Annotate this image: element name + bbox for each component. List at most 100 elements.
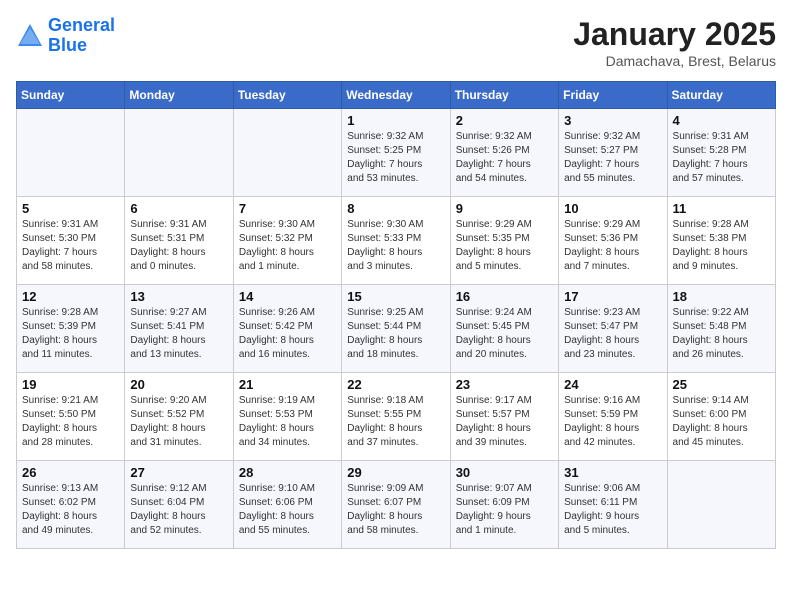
calendar-week-row: 1 Sunrise: 9:32 AM Sunset: 5:25 PM Daylig… bbox=[17, 109, 776, 197]
calendar-cell: 9 Sunrise: 9:29 AM Sunset: 5:35 PM Daylig… bbox=[450, 197, 558, 285]
day-info: Sunrise: 9:22 AM Sunset: 5:48 PM Dayligh… bbox=[673, 306, 770, 362]
calendar-week-row: 26 Sunrise: 9:13 AM Sunset: 6:02 PM Dayli… bbox=[17, 461, 776, 549]
day-info: Sunrise: 9:29 AM Sunset: 5:35 PM Dayligh… bbox=[456, 218, 553, 274]
calendar-cell: 28Sunrise: 9:10 AM Sunset: 6:06 PM Dayli… bbox=[233, 461, 341, 549]
day-number: 27 bbox=[130, 465, 227, 480]
calendar-cell: 18Sunrise: 9:22 AM Sunset: 5:48 PM Dayli… bbox=[667, 285, 775, 373]
day-info: Sunrise: 9:20 AM Sunset: 5:52 PM Dayligh… bbox=[130, 394, 227, 450]
day-info: Sunrise: 9:27 AM Sunset: 5:41 PM Dayligh… bbox=[130, 306, 227, 362]
day-number: 31 bbox=[564, 465, 661, 480]
day-info: Sunrise: 9:31 AM Sunset: 5:31 PM Dayligh… bbox=[130, 218, 227, 274]
calendar-cell: 11 Sunrise: 9:28 AM Sunset: 5:38 PM Dayli… bbox=[667, 197, 775, 285]
day-info: Sunrise: 9:30 AM Sunset: 5:33 PM Dayligh… bbox=[347, 218, 444, 274]
logo: General Blue bbox=[16, 16, 115, 56]
day-number: 25 bbox=[673, 377, 770, 392]
day-info: Sunrise: 9:31 AM Sunset: 5:28 PM Dayligh… bbox=[673, 130, 770, 186]
day-info: Sunrise: 9:17 AM Sunset: 5:57 PM Dayligh… bbox=[456, 394, 553, 450]
calendar-cell: 10Sunrise: 9:29 AM Sunset: 5:36 PM Dayli… bbox=[559, 197, 667, 285]
day-number: 11 bbox=[673, 201, 770, 216]
day-number: 12 bbox=[22, 289, 119, 304]
calendar-cell: 7 Sunrise: 9:30 AM Sunset: 5:32 PM Daylig… bbox=[233, 197, 341, 285]
day-number: 7 bbox=[239, 201, 336, 216]
day-number: 23 bbox=[456, 377, 553, 392]
day-number: 24 bbox=[564, 377, 661, 392]
calendar-cell: 20 Sunrise: 9:20 AM Sunset: 5:52 PM Dayli… bbox=[125, 373, 233, 461]
calendar-body: 1 Sunrise: 9:32 AM Sunset: 5:25 PM Daylig… bbox=[17, 109, 776, 549]
day-info: Sunrise: 9:25 AM Sunset: 5:44 PM Dayligh… bbox=[347, 306, 444, 362]
day-number: 20 bbox=[130, 377, 227, 392]
day-number: 22 bbox=[347, 377, 444, 392]
day-info: Sunrise: 9:30 AM Sunset: 5:32 PM Dayligh… bbox=[239, 218, 336, 274]
calendar-cell bbox=[667, 461, 775, 549]
day-info: Sunrise: 9:19 AM Sunset: 5:53 PM Dayligh… bbox=[239, 394, 336, 450]
day-info: Sunrise: 9:29 AM Sunset: 5:36 PM Dayligh… bbox=[564, 218, 661, 274]
logo-icon bbox=[16, 22, 44, 50]
calendar-cell: 4Sunrise: 9:31 AM Sunset: 5:28 PM Daylig… bbox=[667, 109, 775, 197]
calendar-cell: 2Sunrise: 9:32 AM Sunset: 5:26 PM Daylig… bbox=[450, 109, 558, 197]
calendar-cell: 22 Sunrise: 9:18 AM Sunset: 5:55 PM Dayli… bbox=[342, 373, 450, 461]
weekday-header: Tuesday bbox=[233, 82, 341, 109]
calendar-cell: 12Sunrise: 9:28 AM Sunset: 5:39 PM Dayli… bbox=[17, 285, 125, 373]
day-number: 13 bbox=[130, 289, 227, 304]
day-info: Sunrise: 9:18 AM Sunset: 5:55 PM Dayligh… bbox=[347, 394, 444, 450]
day-number: 19 bbox=[22, 377, 119, 392]
location-subtitle: Damachava, Brest, Belarus bbox=[573, 53, 776, 69]
day-info: Sunrise: 9:31 AM Sunset: 5:30 PM Dayligh… bbox=[22, 218, 119, 274]
calendar-table: SundayMondayTuesdayWednesdayThursdayFrid… bbox=[16, 81, 776, 549]
title-block: January 2025 Damachava, Brest, Belarus bbox=[573, 16, 776, 69]
calendar-cell: 24 Sunrise: 9:16 AM Sunset: 5:59 PM Dayli… bbox=[559, 373, 667, 461]
weekday-header: Saturday bbox=[667, 82, 775, 109]
day-info: Sunrise: 9:32 AM Sunset: 5:25 PM Dayligh… bbox=[347, 130, 444, 186]
calendar-cell: 5Sunrise: 9:31 AM Sunset: 5:30 PM Daylig… bbox=[17, 197, 125, 285]
day-number: 9 bbox=[456, 201, 553, 216]
weekday-header: Friday bbox=[559, 82, 667, 109]
page-header: General Blue January 2025 Damachava, Bre… bbox=[16, 16, 776, 69]
day-number: 21 bbox=[239, 377, 336, 392]
weekday-header: Monday bbox=[125, 82, 233, 109]
calendar-cell: 1 Sunrise: 9:32 AM Sunset: 5:25 PM Daylig… bbox=[342, 109, 450, 197]
day-number: 26 bbox=[22, 465, 119, 480]
month-title: January 2025 bbox=[573, 16, 776, 53]
calendar-week-row: 19 Sunrise: 9:21 AM Sunset: 5:50 PM Dayli… bbox=[17, 373, 776, 461]
calendar-cell bbox=[125, 109, 233, 197]
day-info: Sunrise: 9:13 AM Sunset: 6:02 PM Dayligh… bbox=[22, 482, 119, 538]
day-number: 2 bbox=[456, 113, 553, 128]
day-info: Sunrise: 9:10 AM Sunset: 6:06 PM Dayligh… bbox=[239, 482, 336, 538]
day-info: Sunrise: 9:21 AM Sunset: 5:50 PM Dayligh… bbox=[22, 394, 119, 450]
day-number: 17 bbox=[564, 289, 661, 304]
calendar-cell: 13 Sunrise: 9:27 AM Sunset: 5:41 PM Dayli… bbox=[125, 285, 233, 373]
day-info: Sunrise: 9:07 AM Sunset: 6:09 PM Dayligh… bbox=[456, 482, 553, 538]
day-info: Sunrise: 9:06 AM Sunset: 6:11 PM Dayligh… bbox=[564, 482, 661, 538]
calendar-cell: 21 Sunrise: 9:19 AM Sunset: 5:53 PM Dayli… bbox=[233, 373, 341, 461]
calendar-cell: 14 Sunrise: 9:26 AM Sunset: 5:42 PM Dayli… bbox=[233, 285, 341, 373]
day-number: 30 bbox=[456, 465, 553, 480]
calendar-header-row: SundayMondayTuesdayWednesdayThursdayFrid… bbox=[17, 82, 776, 109]
calendar-cell bbox=[233, 109, 341, 197]
weekday-header: Thursday bbox=[450, 82, 558, 109]
calendar-cell: 19 Sunrise: 9:21 AM Sunset: 5:50 PM Dayli… bbox=[17, 373, 125, 461]
day-number: 3 bbox=[564, 113, 661, 128]
weekday-header: Wednesday bbox=[342, 82, 450, 109]
day-info: Sunrise: 9:23 AM Sunset: 5:47 PM Dayligh… bbox=[564, 306, 661, 362]
day-info: Sunrise: 9:09 AM Sunset: 6:07 PM Dayligh… bbox=[347, 482, 444, 538]
calendar-week-row: 12Sunrise: 9:28 AM Sunset: 5:39 PM Dayli… bbox=[17, 285, 776, 373]
calendar-cell: 8Sunrise: 9:30 AM Sunset: 5:33 PM Daylig… bbox=[342, 197, 450, 285]
day-info: Sunrise: 9:28 AM Sunset: 5:38 PM Dayligh… bbox=[673, 218, 770, 274]
calendar-cell: 23 Sunrise: 9:17 AM Sunset: 5:57 PM Dayli… bbox=[450, 373, 558, 461]
day-info: Sunrise: 9:32 AM Sunset: 5:27 PM Dayligh… bbox=[564, 130, 661, 186]
calendar-cell: 15Sunrise: 9:25 AM Sunset: 5:44 PM Dayli… bbox=[342, 285, 450, 373]
day-number: 14 bbox=[239, 289, 336, 304]
calendar-cell: 30 Sunrise: 9:07 AM Sunset: 6:09 PM Dayli… bbox=[450, 461, 558, 549]
day-info: Sunrise: 9:24 AM Sunset: 5:45 PM Dayligh… bbox=[456, 306, 553, 362]
logo-text: General Blue bbox=[48, 16, 115, 56]
calendar-cell: 31 Sunrise: 9:06 AM Sunset: 6:11 PM Dayli… bbox=[559, 461, 667, 549]
day-number: 29 bbox=[347, 465, 444, 480]
calendar-cell: 29 Sunrise: 9:09 AM Sunset: 6:07 PM Dayli… bbox=[342, 461, 450, 549]
calendar-cell: 3 Sunrise: 9:32 AM Sunset: 5:27 PM Daylig… bbox=[559, 109, 667, 197]
calendar-cell: 17 Sunrise: 9:23 AM Sunset: 5:47 PM Dayli… bbox=[559, 285, 667, 373]
calendar-cell: 25Sunrise: 9:14 AM Sunset: 6:00 PM Dayli… bbox=[667, 373, 775, 461]
calendar-cell: 27Sunrise: 9:12 AM Sunset: 6:04 PM Dayli… bbox=[125, 461, 233, 549]
day-info: Sunrise: 9:26 AM Sunset: 5:42 PM Dayligh… bbox=[239, 306, 336, 362]
day-info: Sunrise: 9:16 AM Sunset: 5:59 PM Dayligh… bbox=[564, 394, 661, 450]
day-number: 1 bbox=[347, 113, 444, 128]
